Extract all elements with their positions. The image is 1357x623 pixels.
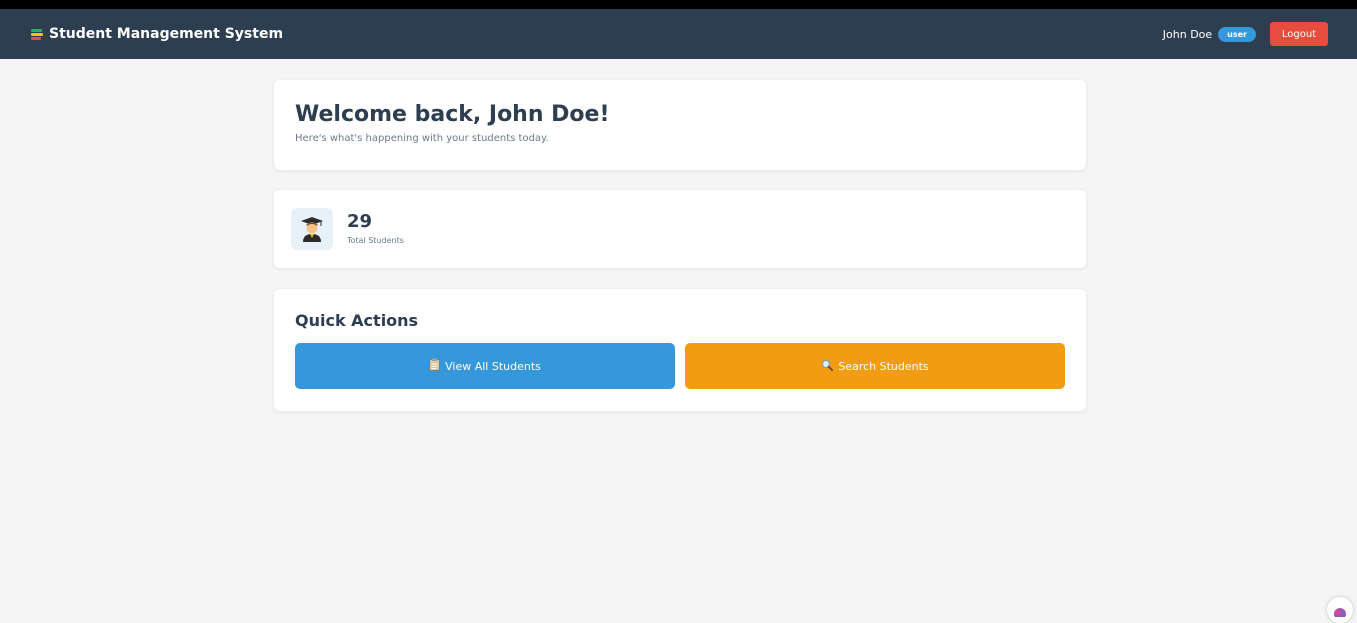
magnifier-icon	[821, 359, 834, 374]
quick-actions-title: Quick Actions	[295, 311, 419, 330]
search-students-label: Search Students	[838, 359, 929, 373]
user-name: John Doe	[1162, 27, 1213, 41]
stats-card: 29 Total Students	[274, 190, 1086, 268]
clipboard-icon	[429, 358, 441, 374]
logout-button[interactable]: Logout	[1270, 22, 1328, 46]
welcome-card: Welcome back, John Doe! Here's what's ha…	[274, 80, 1086, 170]
total-students-label: Total Students	[347, 236, 404, 245]
welcome-title: Welcome back, John Doe!	[295, 102, 610, 127]
search-students-button[interactable]: Search Students	[685, 343, 1065, 389]
view-all-students-label: View All Students	[445, 359, 541, 373]
floating-widget-button[interactable]	[1327, 597, 1353, 623]
books-icon	[31, 28, 43, 40]
top-strip	[0, 0, 1357, 9]
nav-user-area: John Doe user Logout	[1163, 22, 1328, 46]
total-students-value: 29	[347, 211, 373, 232]
quick-actions-card: Quick Actions View All Students Search S…	[274, 289, 1086, 411]
graduate-icon	[291, 208, 333, 250]
stat-text: 29 Total Students	[347, 211, 404, 246]
widget-icon	[1333, 602, 1347, 621]
quick-actions-row: View All Students Search Students	[295, 343, 1065, 389]
welcome-subtitle: Here's what's happening with your studen…	[295, 133, 549, 144]
brand-title: Student Management System	[49, 26, 284, 42]
navbar: Student Management System John Doe user …	[0, 9, 1357, 59]
view-all-students-button[interactable]: View All Students	[295, 343, 675, 389]
brand[interactable]: Student Management System	[31, 26, 283, 42]
role-badge: user	[1218, 26, 1256, 42]
